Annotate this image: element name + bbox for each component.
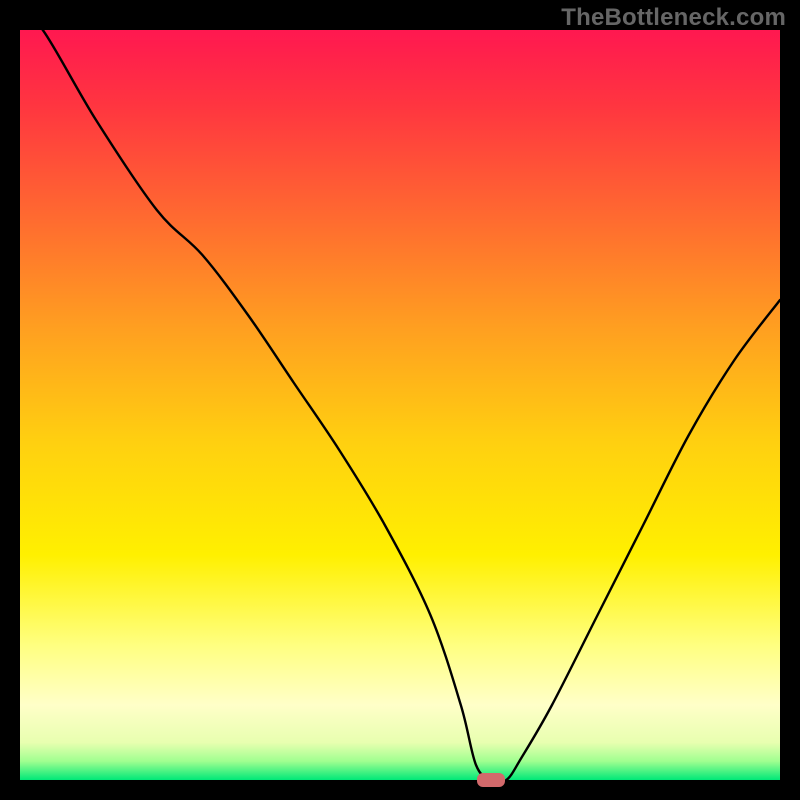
plot-area: [20, 30, 780, 780]
watermark-text: TheBottleneck.com: [561, 4, 786, 32]
gradient-svg: [20, 30, 780, 780]
gradient-rect: [20, 30, 780, 780]
chart-frame: TheBottleneck.com: [0, 0, 800, 800]
optimum-marker: [477, 773, 505, 787]
